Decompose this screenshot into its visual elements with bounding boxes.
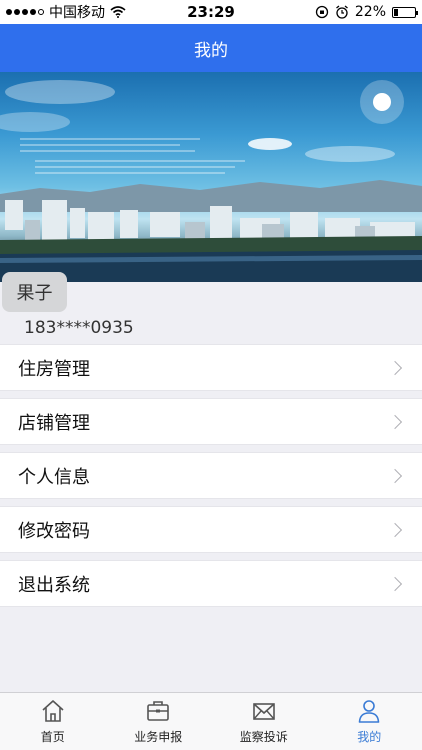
battery-icon bbox=[392, 6, 418, 18]
alarm-icon bbox=[335, 5, 348, 19]
tab-mine[interactable]: 我的 bbox=[317, 693, 422, 750]
tab-label: 监察投诉 bbox=[239, 730, 288, 744]
menu-item-housing[interactable]: 住房管理 bbox=[0, 344, 422, 391]
tab-home[interactable]: 首页 bbox=[0, 693, 106, 750]
menu-item-shop[interactable]: 店铺管理 bbox=[0, 398, 422, 445]
banner-image bbox=[0, 72, 422, 282]
chevron-right-icon bbox=[387, 468, 403, 483]
navigation-bar: 我的 bbox=[0, 24, 422, 72]
menu-item-label: 退出系统 bbox=[18, 574, 90, 596]
user-phone: 183****0935 bbox=[24, 318, 134, 338]
briefcase-icon bbox=[147, 701, 170, 721]
tab-complaints[interactable]: 监察投诉 bbox=[211, 693, 317, 750]
status-bar: 中国移动 23:29 22% bbox=[0, 0, 422, 24]
user-icon bbox=[358, 700, 380, 723]
chevron-right-icon bbox=[387, 576, 403, 591]
orientation-lock-icon bbox=[315, 5, 329, 19]
chevron-right-icon bbox=[387, 360, 403, 375]
tab-bar: 首页 业务申报 监察投诉 我的 bbox=[0, 692, 422, 750]
page-title: 我的 bbox=[194, 40, 228, 61]
menu-item-label: 个人信息 bbox=[18, 466, 90, 488]
menu-item-label: 店铺管理 bbox=[18, 412, 90, 434]
battery-fill bbox=[394, 8, 399, 16]
settings-menu: 住房管理 店铺管理 个人信息 修改密码 退出系统 bbox=[0, 344, 422, 614]
chevron-right-icon bbox=[387, 522, 403, 537]
mail-icon bbox=[252, 703, 275, 720]
city-skyline-illustration bbox=[0, 80, 422, 282]
tab-business[interactable]: 业务申报 bbox=[106, 693, 212, 750]
menu-item-personal-info[interactable]: 个人信息 bbox=[0, 452, 422, 499]
menu-item-logout[interactable]: 退出系统 bbox=[0, 560, 422, 607]
tab-label: 我的 bbox=[357, 730, 382, 744]
chevron-right-icon bbox=[387, 414, 403, 429]
home-icon bbox=[42, 700, 64, 722]
tab-label: 首页 bbox=[40, 730, 65, 744]
tab-label: 业务申报 bbox=[134, 730, 183, 744]
menu-item-change-password[interactable]: 修改密码 bbox=[0, 506, 422, 553]
status-right: 22% bbox=[315, 0, 418, 24]
battery-percent: 22% bbox=[354, 4, 386, 20]
avatar[interactable]: 果子 bbox=[2, 272, 67, 312]
user-name: 果子 bbox=[16, 283, 53, 304]
menu-item-label: 住房管理 bbox=[18, 358, 90, 380]
menu-item-label: 修改密码 bbox=[18, 520, 90, 542]
